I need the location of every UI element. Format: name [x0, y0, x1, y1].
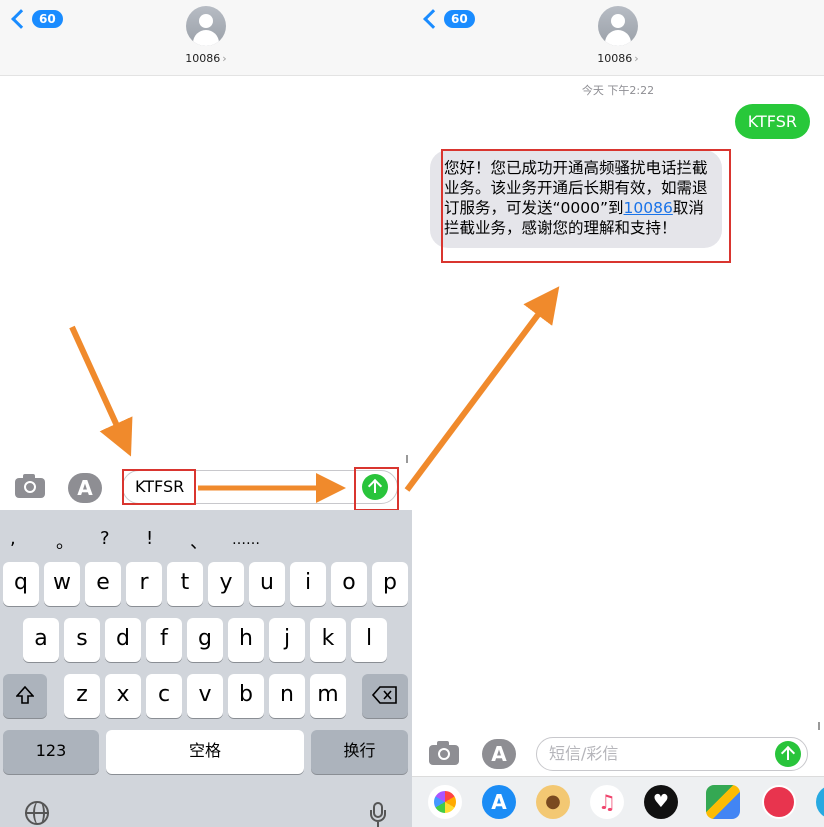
screenshot-composite: 60 10086 › A KTFSR , 。 ? ! 、 …… q w e r … [0, 0, 824, 827]
arrow-to-reply [404, 286, 560, 492]
annotation-arrows [69, 286, 560, 503]
arrow-to-input [69, 325, 133, 457]
